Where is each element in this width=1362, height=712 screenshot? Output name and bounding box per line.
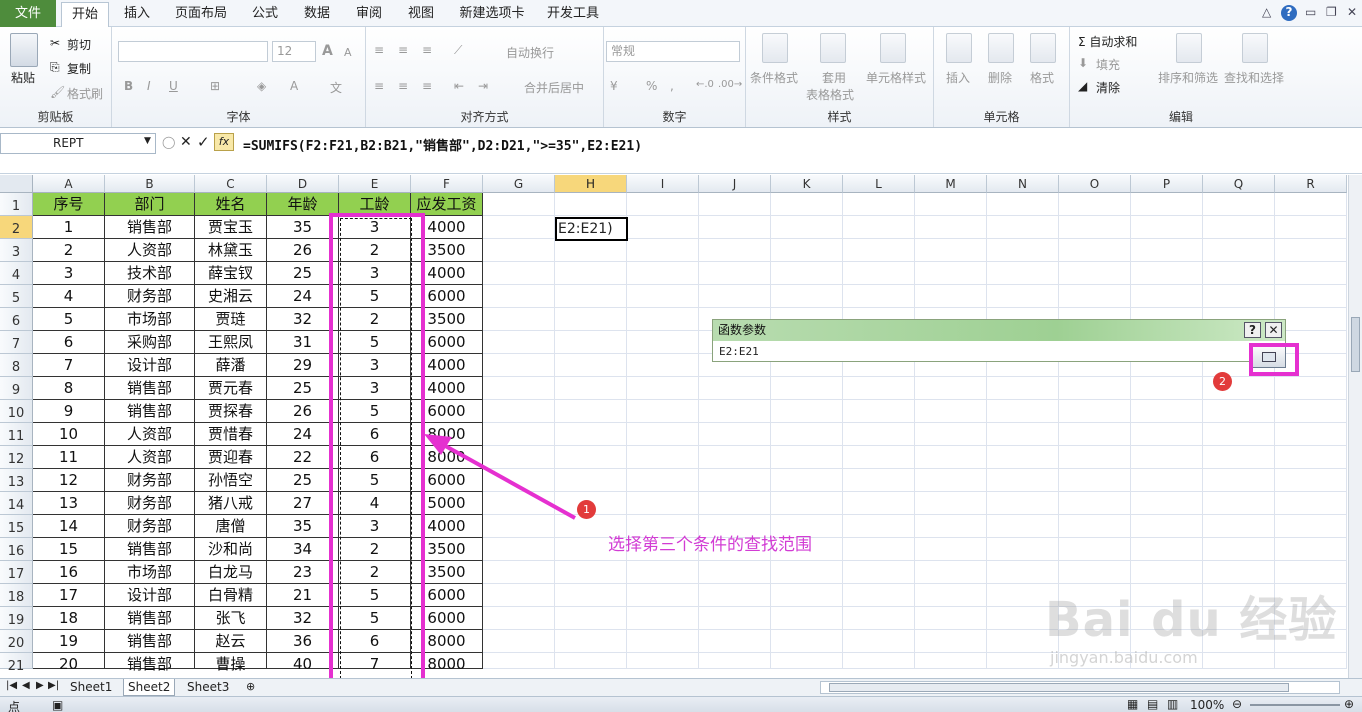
status-bar: 点 ▣ ▦ ▤ ▥ 100% ⊖ ⊕ — [0, 696, 1362, 712]
first-sheet-icon[interactable]: |◀ — [6, 680, 17, 691]
horizontal-scroll-thumb[interactable] — [829, 683, 1289, 692]
macro-record-icon[interactable]: ▣ — [52, 698, 63, 712]
new-sheet-icon[interactable]: ⊕ — [246, 680, 255, 693]
sheet-tab-2[interactable]: Sheet2 — [123, 679, 176, 696]
vertical-scroll-thumb[interactable] — [1351, 317, 1360, 372]
sheet-tab-1[interactable]: Sheet1 — [66, 679, 116, 696]
annotation-note: 选择第三个条件的查找范围 — [608, 535, 812, 555]
last-sheet-icon[interactable]: ▶| — [48, 680, 59, 691]
vertical-scrollbar[interactable] — [1348, 175, 1362, 678]
step-badge-2: 2 — [1213, 372, 1232, 391]
status-mode: 点 — [8, 700, 21, 712]
normal-view-icon[interactable]: ▦ — [1127, 697, 1138, 711]
zoom-out-icon[interactable]: ⊖ — [1232, 697, 1242, 711]
step-badge-1: 1 — [577, 500, 596, 519]
zoom-level[interactable]: 100% — [1190, 698, 1224, 712]
page-layout-view-icon[interactable]: ▤ — [1147, 697, 1158, 711]
zoom-slider[interactable] — [1250, 704, 1340, 706]
sheet-tab-bar: |◀ ◀ ▶ ▶| Sheet1 Sheet2 Sheet3 ⊕ — [0, 678, 1362, 696]
zoom-in-icon[interactable]: ⊕ — [1344, 697, 1354, 711]
sheet-tab-3[interactable]: Sheet3 — [183, 679, 233, 696]
page-break-view-icon[interactable]: ▥ — [1167, 697, 1178, 711]
next-sheet-icon[interactable]: ▶ — [36, 680, 44, 691]
baidu-watermark: Bai du 经验 — [1045, 592, 1338, 648]
horizontal-scrollbar[interactable] — [820, 681, 1340, 694]
baidu-watermark-url: jingyan.baidu.com — [1050, 648, 1198, 667]
prev-sheet-icon[interactable]: ◀ — [22, 680, 30, 691]
